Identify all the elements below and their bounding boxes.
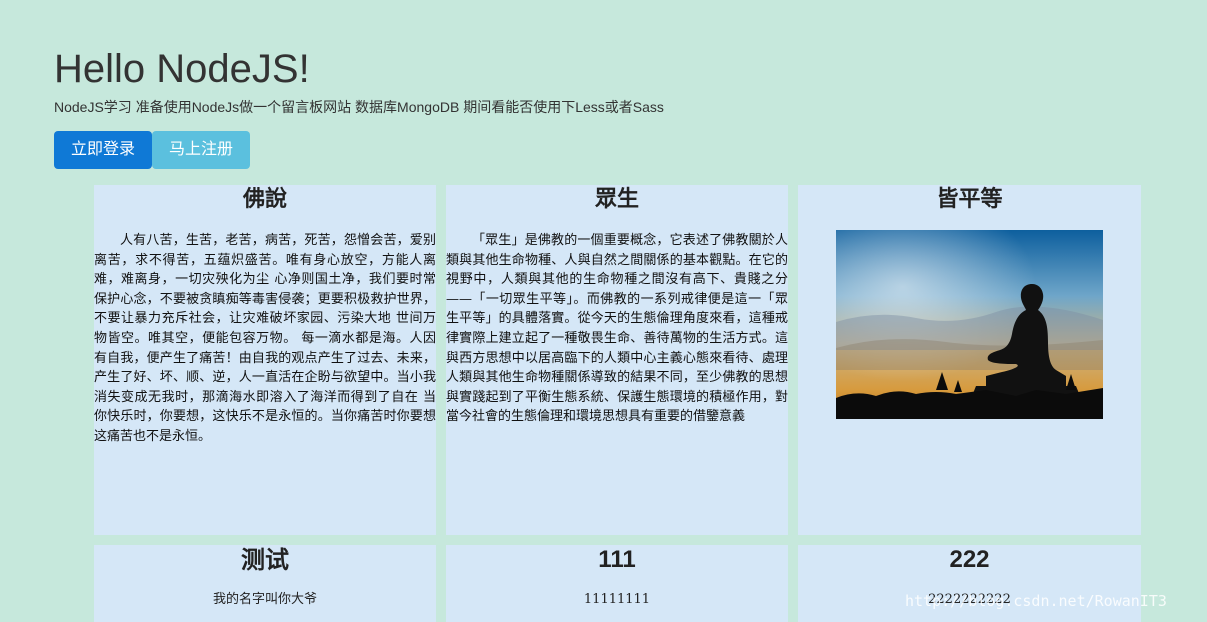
buddha-image: [836, 230, 1103, 419]
card-text: 我的名字叫你大爷: [212, 592, 317, 607]
card-text: 「眾生」是佛教的一個重要概念，它表述了佛教關於人類與其他生命物種、人與自然之間關…: [446, 233, 788, 425]
card-text: 11111111: [583, 592, 651, 607]
card-title: 佛說: [242, 186, 287, 212]
card-title: 111: [598, 546, 636, 573]
login-button[interactable]: 立即登录: [54, 131, 152, 169]
card-test: 测试 我的名字叫你大爷: [94, 545, 436, 622]
card-text: 人有八苦，生苦，老苦，病苦，死苦，怨憎会苦，爱别离苦，求不得苦，五蕴炽盛苦。唯有…: [94, 233, 436, 444]
card-jiepingdeng: 皆平等: [798, 185, 1141, 535]
watermark: http://blog.csdn.net/RowanIT3: [905, 592, 1167, 610]
jumbotron: Hello NodeJS! NodeJS学习 准备使用NodeJs做一个留言板网…: [54, 46, 1154, 116]
register-button[interactable]: 马上注册: [152, 131, 250, 169]
page-subtitle: NodeJS学习 准备使用NodeJs做一个留言板网站 数据库MongoDB 期…: [54, 99, 664, 115]
page-title: Hello NodeJS!: [54, 47, 310, 91]
card-111: 111 11111111: [446, 545, 788, 622]
card-title: 测试: [241, 545, 289, 574]
card-foshuo: 佛說 人有八苦，生苦，老苦，病苦，死苦，怨憎会苦，爱别离苦，求不得苦，五蕴炽盛苦…: [94, 185, 436, 535]
card-222: 222 2222222222: [798, 545, 1141, 622]
card-title: 皆平等: [936, 186, 1003, 212]
auth-buttons: 立即登录 马上注册: [54, 131, 250, 169]
card-title: 222: [949, 546, 990, 573]
card-zhongsheng: 眾生 「眾生」是佛教的一個重要概念，它表述了佛教關於人類與其他生命物種、人與自然…: [446, 185, 788, 535]
card-title: 眾生: [594, 186, 639, 212]
